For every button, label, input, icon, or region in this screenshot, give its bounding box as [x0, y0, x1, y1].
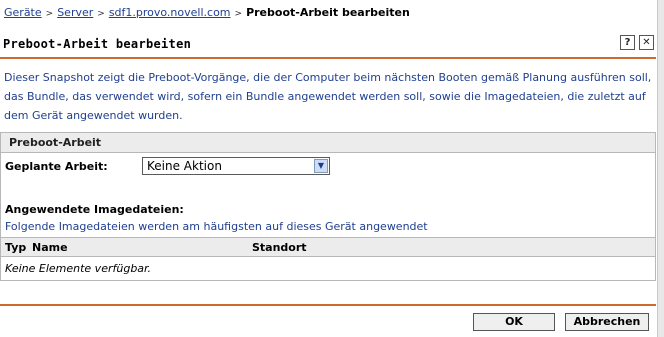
panel-title: Preboot-Arbeit	[1, 133, 655, 153]
preboot-work-panel: Preboot-Arbeit Geplante Arbeit: Keine Ak…	[0, 132, 656, 281]
breadcrumb: Geräte > Server > sdf1.provo.novell.com > Preb…	[4, 6, 410, 19]
chevron-right-icon: >	[234, 9, 243, 19]
chevron-right-icon: >	[97, 9, 105, 19]
close-icon[interactable]: ✕	[639, 35, 654, 50]
applied-images-table: Typ Name Standort Keine Elemente verfügb…	[1, 237, 655, 279]
scheduled-work-value: Keine Aktion	[147, 159, 222, 173]
applied-images-title: Angewendete Imagedateien:	[5, 203, 184, 216]
column-header-name[interactable]: Name	[32, 241, 68, 254]
applied-images-subtitle: Folgende Imagedateien werden am häufigst…	[5, 220, 428, 233]
cancel-button[interactable]: Abbrechen	[565, 313, 649, 331]
scheduled-work-select[interactable]: Keine Aktion ▼	[142, 157, 330, 175]
chevron-down-icon[interactable]: ▼	[314, 159, 328, 173]
column-header-type[interactable]: Typ	[5, 241, 26, 254]
table-row: Keine Elemente verfügbar.	[1, 257, 655, 279]
table-header: Typ Name Standort	[1, 237, 655, 257]
help-icon[interactable]: ?	[620, 35, 635, 50]
page-header: Preboot-Arbeit bearbeiten ? ✕	[0, 34, 662, 54]
ok-button[interactable]: OK	[473, 313, 555, 331]
page-title: Preboot-Arbeit bearbeiten	[3, 37, 192, 51]
scrollbar[interactable]	[657, 0, 664, 337]
chevron-right-icon: >	[45, 9, 54, 19]
empty-message: Keine Elemente verfügbar.	[5, 262, 152, 275]
column-header-location[interactable]: Standort	[252, 241, 307, 254]
scheduled-work-label: Geplante Arbeit:	[5, 160, 108, 173]
breadcrumb-current: Preboot-Arbeit bearbeiten	[246, 6, 410, 19]
footer-divider	[0, 304, 656, 306]
header-divider	[0, 57, 656, 59]
page-description: Dieser Snapshot zeigt die Preboot-Vorgän…	[4, 71, 652, 122]
breadcrumb-link-device[interactable]: sdf1.provo.novell.com	[109, 6, 231, 19]
breadcrumb-link-server[interactable]: Server	[57, 6, 93, 19]
breadcrumb-link-geraete[interactable]: Geräte	[4, 6, 42, 19]
